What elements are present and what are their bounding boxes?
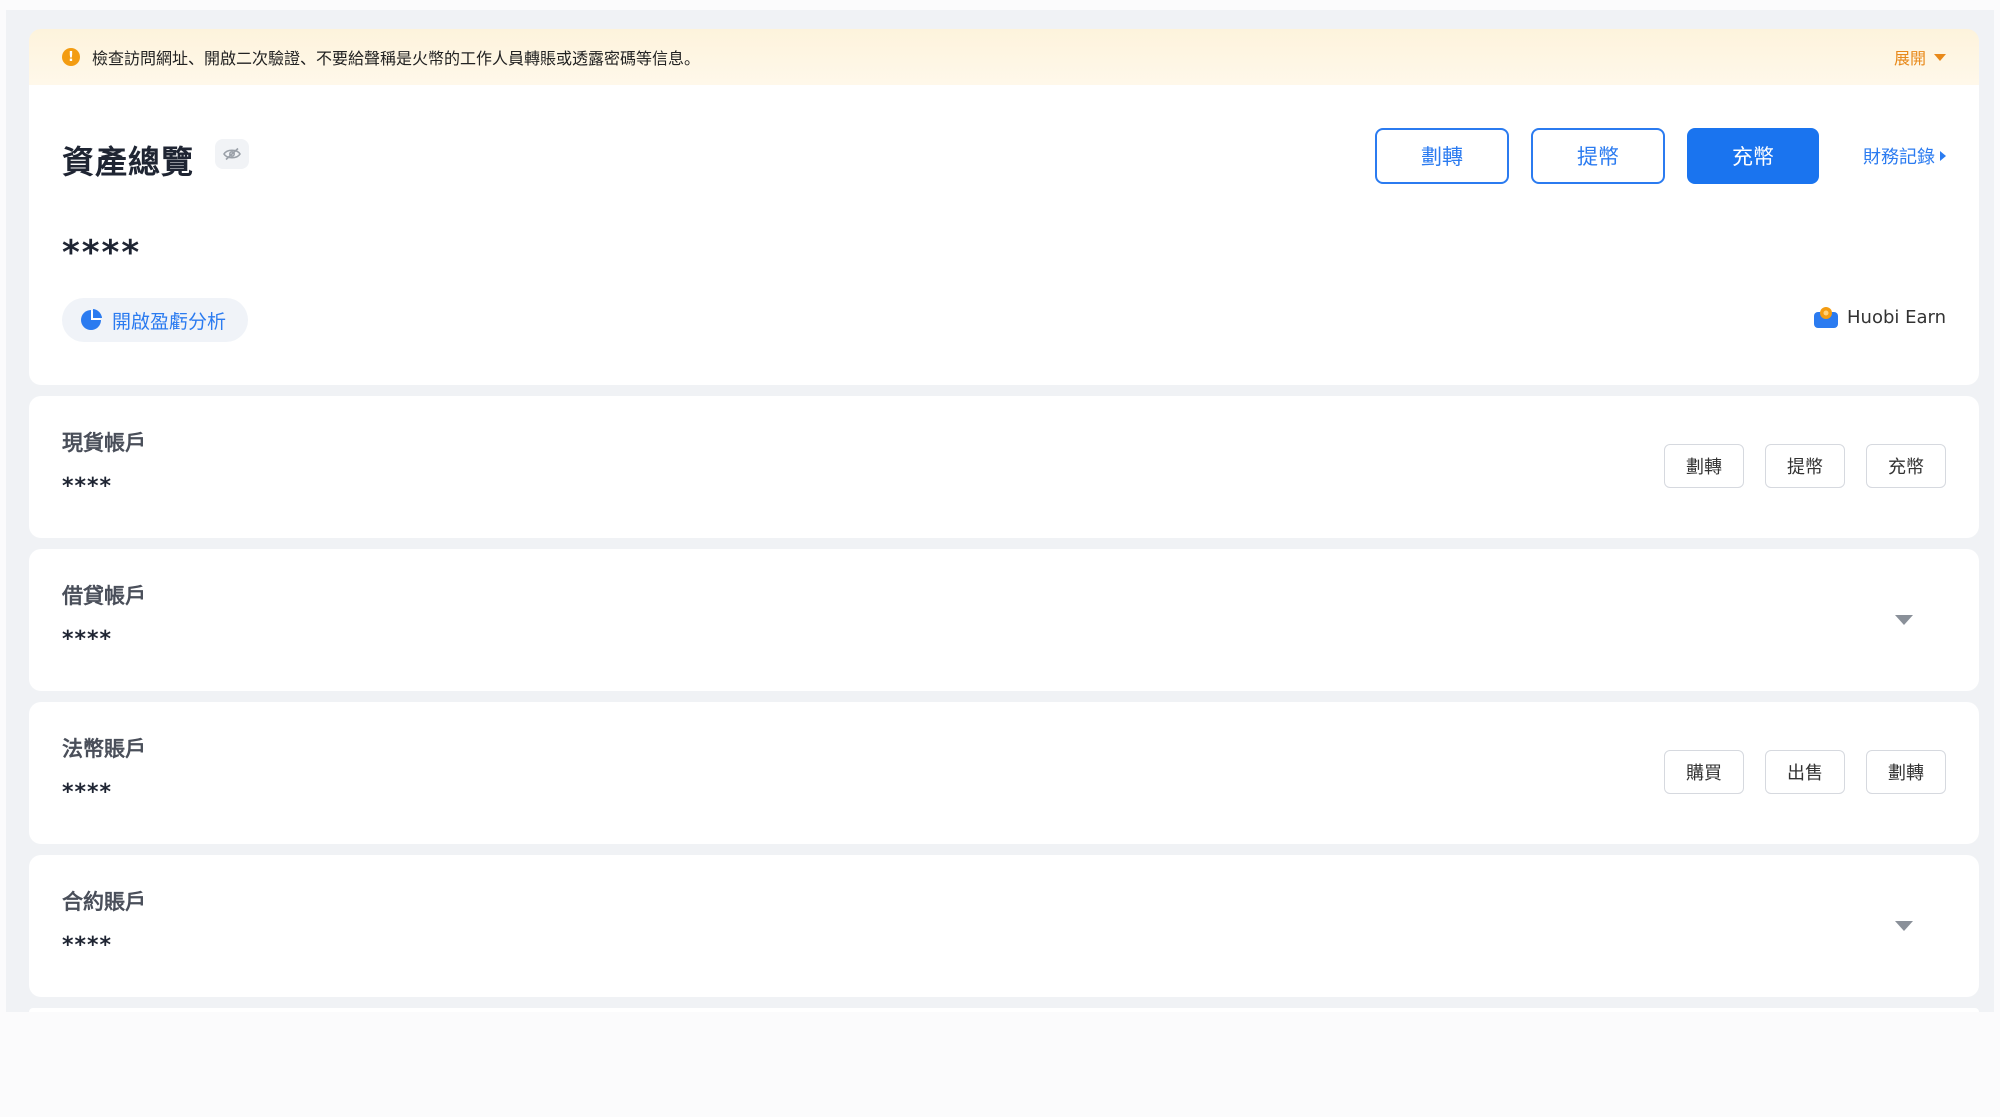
account-balance: **** (62, 933, 113, 958)
asset-overview-card: 資產總覽 劃轉 提幣 充幣 財務記錄 **** 開啟盈虧分析 Huobi Ear… (29, 85, 1979, 385)
fiat-transfer-button[interactable]: 劃轉 (1866, 750, 1946, 794)
futures-account-card[interactable]: 合約賬戶 **** (29, 855, 1979, 997)
huobi-earn-link[interactable]: Huobi Earn (1813, 305, 1946, 329)
fiat-account-card: 法幣賬戶 **** 購買 出售 劃轉 (29, 702, 1979, 844)
deposit-button[interactable]: 充幣 (1687, 128, 1819, 184)
next-account-card (29, 1008, 1979, 1012)
fiat-sell-button[interactable]: 出售 (1765, 750, 1845, 794)
account-actions: 購買 出售 劃轉 (1643, 750, 1946, 794)
spot-deposit-button[interactable]: 充幣 (1866, 444, 1946, 488)
hide-balance-toggle[interactable] (215, 139, 249, 169)
page-title: 資產總覽 (62, 143, 195, 181)
chevron-down-icon (1934, 53, 1946, 61)
account-name: 法幣賬戶 (62, 737, 146, 761)
huobi-earn-label: Huobi Earn (1847, 306, 1946, 328)
spot-transfer-button[interactable]: 劃轉 (1664, 444, 1744, 488)
account-balance: **** (62, 474, 113, 499)
fiat-buy-button[interactable]: 購買 (1664, 750, 1744, 794)
account-name: 借貸帳戶 (62, 584, 146, 608)
account-actions: 劃轉 提幣 充幣 (1643, 444, 1946, 488)
account-balance: **** (62, 627, 113, 652)
security-notice-text: 檢查訪問網址、開啟二次驗證、不要給聲稱是火幣的工作人員轉賬或透露密碼等信息。 (92, 49, 701, 68)
pnl-analysis-label: 開啟盈虧分析 (112, 310, 227, 333)
spot-account-card: 現貨帳戶 **** 劃轉 提幣 充幣 (29, 396, 1979, 538)
overview-actions: 劃轉 提幣 充幣 財務記錄 (1375, 128, 1946, 184)
account-balance: **** (62, 780, 113, 805)
notice-expand-button[interactable]: 展開 (1894, 45, 1946, 69)
total-balance: **** (62, 233, 142, 273)
notice-expand-label: 展開 (1893, 49, 1926, 68)
account-name: 現貨帳戶 (62, 431, 146, 455)
eye-slash-icon (223, 147, 241, 161)
chevron-down-icon[interactable] (1895, 615, 1913, 625)
financial-records-link[interactable]: 財務記錄 (1863, 143, 1946, 169)
withdraw-button[interactable]: 提幣 (1531, 128, 1665, 184)
spot-withdraw-button[interactable]: 提幣 (1765, 444, 1845, 488)
warning-icon: ! (62, 48, 80, 66)
account-name: 合約賬戶 (62, 890, 146, 914)
earn-icon (1814, 307, 1838, 328)
security-notice-bar: ! 檢查訪問網址、開啟二次驗證、不要給聲稱是火幣的工作人員轉賬或透露密碼等信息。… (29, 29, 1979, 85)
pnl-analysis-button[interactable]: 開啟盈虧分析 (62, 298, 249, 342)
financial-records-label: 財務記錄 (1863, 147, 1935, 168)
pie-chart-icon (81, 309, 102, 330)
transfer-button[interactable]: 劃轉 (1375, 128, 1509, 184)
caret-right-icon (1940, 151, 1946, 161)
margin-account-card[interactable]: 借貸帳戶 **** (29, 549, 1979, 691)
chevron-down-icon[interactable] (1895, 921, 1913, 931)
